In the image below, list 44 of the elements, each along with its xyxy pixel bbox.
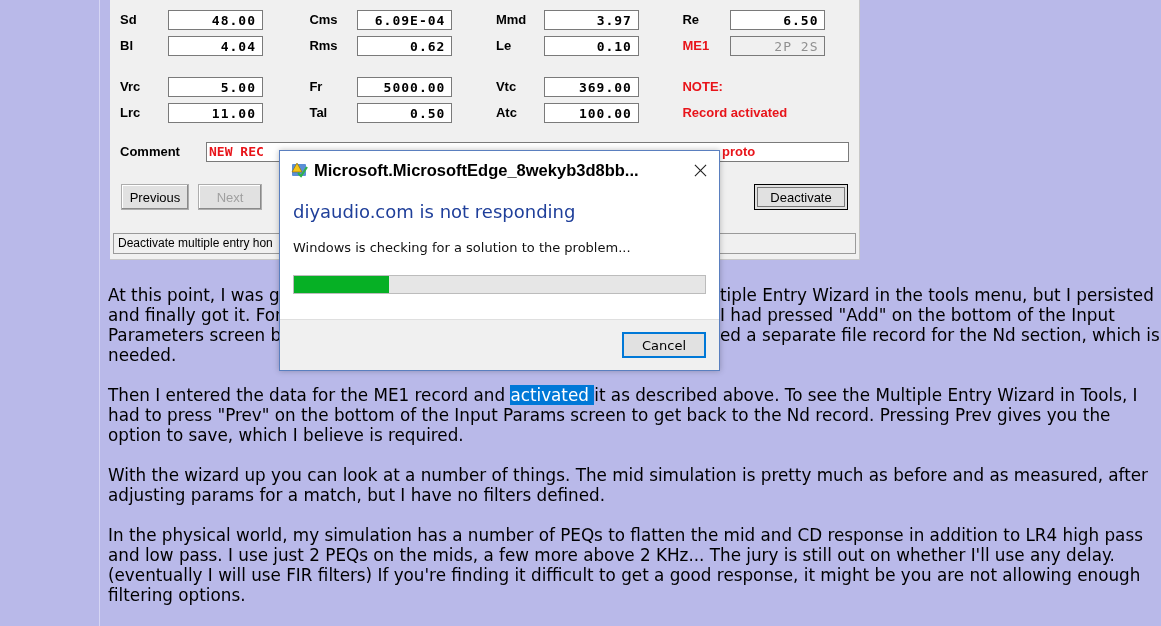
paragraph-text: In the physical world, my simulation has a number of PEQs to flatten the mid and CD response in addition to LR4 high pass and low pass. I use just 2 PEQs on the mids, a few more above 2 KHz... The jury is still out on whether I'll use any delay. (eventually I will use FIR filters) If you're finding it difficult to get a good response, it might be you are not allowing enough filtering options.	[108, 525, 1144, 605]
parameter-field[interactable]: 3.97	[543, 10, 639, 30]
parameter-field[interactable]: 100.00	[543, 103, 639, 123]
parameter-field[interactable]: 6.50	[730, 10, 826, 30]
paragraph-text: Then I entered the data for the ME1 record and activated it as described above. To see the Multiple Entry Wizard in Tools, I had to press "Prev" on the bottom of the Input Params screen to get back to the Nd record. Pressing Prev gives you the option to save, which I believe is required.	[108, 385, 1139, 445]
deactivate-button[interactable]: Deactivate	[754, 184, 848, 210]
parameter-field[interactable]: 5.00	[168, 77, 263, 97]
paragraph-text: tiple Entry Wizard in the tools menu, but I persisted I had pressed "Add" on the bottom of the Input ed a separate file record for the Nd section, which is	[720, 285, 1161, 345]
comment-text: NEW REC	[209, 144, 264, 160]
comment-label: Comment	[120, 144, 181, 160]
parameter-label: Cms	[309, 12, 339, 28]
parameter-label: Atc	[495, 105, 518, 121]
parameter-label: Mmd	[495, 12, 528, 28]
parameter-label: Vtc	[495, 79, 518, 95]
parameter-label: Rms	[309, 38, 339, 54]
nav-button[interactable]: Previous	[121, 184, 189, 210]
cancel-button[interactable]: Cancel	[622, 332, 706, 358]
parameter-field[interactable]: 5000.00	[357, 77, 453, 97]
parameter-label: Sd	[120, 12, 138, 28]
dialog-message: Windows is checking for a solution to the problem...	[293, 240, 632, 255]
parameter-field[interactable]: 6.09E-04	[357, 10, 453, 30]
parameter-label: Record activated	[682, 105, 788, 121]
app-icon	[290, 161, 308, 179]
parameter-field[interactable]: 0.10	[543, 36, 639, 56]
parameter-label: ME1	[682, 38, 711, 54]
parameter-label: Lrc	[120, 105, 142, 121]
parameter-label: Le	[495, 38, 513, 54]
parameter-label: Re	[682, 12, 701, 28]
parameter-field[interactable]: 48.00	[168, 10, 263, 30]
close-icon[interactable]	[694, 163, 707, 177]
parameter-label: Tal	[309, 105, 329, 121]
parameter-label: Bl	[120, 38, 134, 54]
parameter-field[interactable]: 4.04	[168, 36, 263, 56]
parameter-label: NOTE:	[682, 79, 724, 95]
parameter-field[interactable]: 369.00	[543, 77, 639, 97]
parameter-field[interactable]: 0.62	[357, 36, 453, 56]
parameter-label: Vrc	[120, 79, 142, 95]
paragraph-text: With the wizard up you can look at a number of things. The mid simulation is pretty much as before and as measured, after adjusting params for a match, but I have no filters defined.	[108, 465, 1149, 505]
dialog-heading: diyaudio.com is not responding	[293, 201, 577, 222]
parameter-field[interactable]: 0.50	[357, 103, 453, 123]
parameter-label: Fr	[309, 79, 324, 95]
parameter-field[interactable]: 11.00	[168, 103, 263, 123]
dialog-title: Microsoft.MicrosoftEdge_8wekyb3d8bb...	[314, 160, 640, 180]
comment-text: proto	[722, 144, 756, 160]
